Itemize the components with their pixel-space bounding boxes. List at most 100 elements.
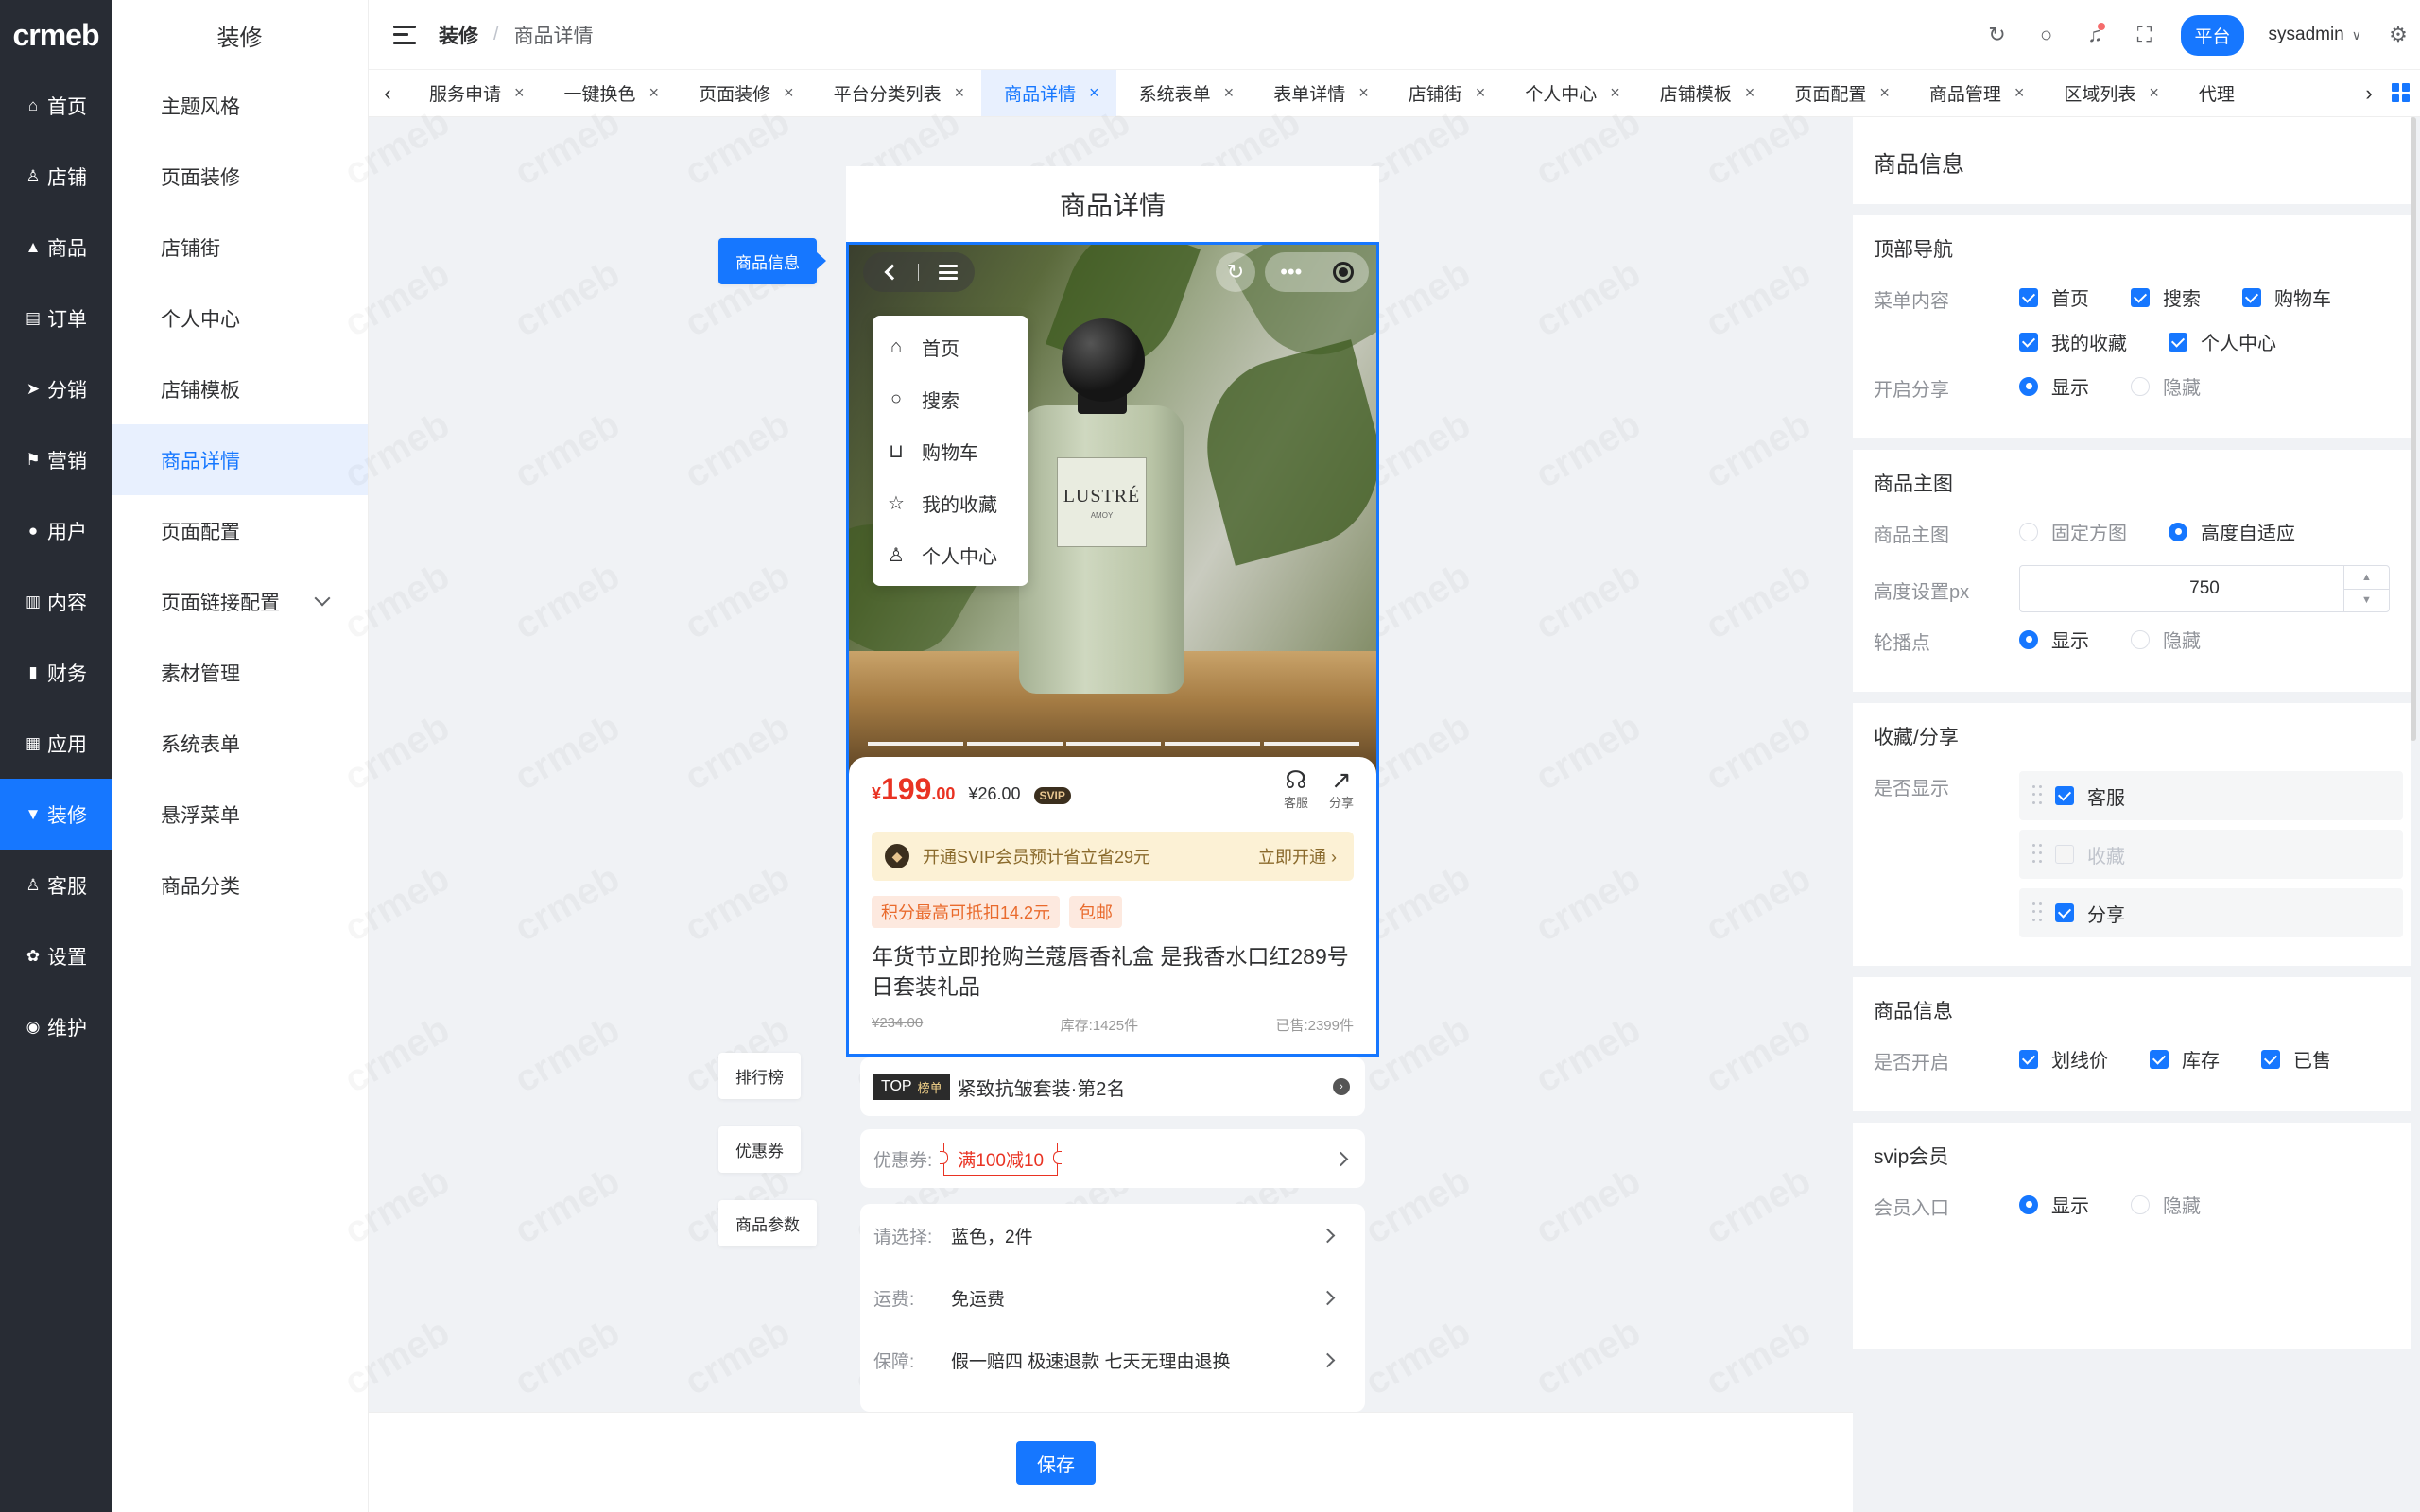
share-hide-radio[interactable]: 隐藏 (2131, 372, 2201, 400)
component-label-coupon[interactable]: 优惠券 (718, 1126, 801, 1173)
submenu-item-1[interactable]: 页面装修 (112, 141, 368, 212)
checkbox-checked[interactable] (2150, 1049, 2169, 1069)
tab-6[interactable]: 表单详情 × (1251, 70, 1386, 116)
dots-show-radio[interactable]: 显示 (2019, 626, 2089, 653)
submenu-item-11[interactable]: 商品分类 (112, 850, 368, 920)
coupon-ticket[interactable]: 满100减10 (940, 1142, 1062, 1176)
tab-0[interactable]: 服务申请 × (406, 70, 542, 116)
rail-item-0[interactable]: ⌂ 首页 (0, 70, 112, 141)
close-icon[interactable]: × (1224, 83, 1235, 103)
component-label-params[interactable]: 商品参数 (718, 1200, 817, 1246)
tabs-menu-icon[interactable] (2392, 83, 2411, 102)
back-icon[interactable] (884, 264, 900, 281)
share-refresh-icon[interactable]: ↻ (1216, 252, 1255, 292)
checkbox-checked[interactable] (2169, 332, 2187, 352)
sortable-item-1[interactable]: 收藏 (2019, 830, 2403, 879)
submenu-item-2[interactable]: 店铺街 (112, 212, 368, 283)
rail-item-9[interactable]: ▦ 应用 (0, 708, 112, 779)
close-icon[interactable]: × (1089, 83, 1099, 103)
share-show-radio[interactable]: 显示 (2019, 372, 2089, 400)
svip-hide-radio[interactable]: 隐藏 (2131, 1191, 2201, 1218)
tab-13[interactable]: 代理 (2176, 70, 2252, 116)
search-icon[interactable]: ○ (2033, 23, 2058, 47)
fixed-square-radio[interactable]: 固定方图 (2019, 518, 2127, 545)
tab-11[interactable]: 商品管理 × (1907, 70, 2042, 116)
rail-item-4[interactable]: ➤ 分销 (0, 353, 112, 424)
rail-item-11[interactable]: ♙ 客服 (0, 850, 112, 920)
checkbox-checked[interactable] (2242, 287, 2261, 307)
drag-handle-icon[interactable] (2032, 844, 2042, 865)
rail-item-7[interactable]: ▥ 内容 (0, 566, 112, 637)
close-icon[interactable]: × (955, 83, 965, 103)
submenu-item-8[interactable]: 素材管理 (112, 637, 368, 708)
submenu-item-7[interactable]: 页面链接配置 (112, 566, 368, 637)
menu-item-checkbox-3[interactable]: 我的收藏 (2019, 328, 2127, 355)
rail-item-8[interactable]: ▮ 财务 (0, 637, 112, 708)
menu-item-checkbox-1[interactable]: 搜索 (2131, 284, 2201, 311)
panel-scrollbar[interactable] (2411, 117, 2416, 741)
tab-12[interactable]: 区域列表 × (2041, 70, 2176, 116)
close-target-icon[interactable] (1332, 262, 1354, 283)
menu-icon[interactable] (938, 265, 958, 280)
checkbox-checked[interactable] (2019, 287, 2038, 307)
more-icon[interactable]: ••• (1280, 260, 1302, 284)
auto-height-radio[interactable]: 高度自适应 (2169, 518, 2295, 545)
param-row-0[interactable]: 请选择: 蓝色，2件 (873, 1204, 1352, 1266)
checkbox-checked[interactable] (2019, 1049, 2038, 1069)
product-info-checkbox-1[interactable]: 库存 (2150, 1045, 2220, 1073)
settings-icon[interactable]: ⚙ (2386, 23, 2411, 47)
product-info-checkbox-2[interactable]: 已售 (2261, 1045, 2331, 1073)
rail-item-10[interactable]: ▼ 装修 (0, 779, 112, 850)
submenu-item-9[interactable]: 系统表单 (112, 708, 368, 779)
sortable-item-0[interactable]: 客服 (2019, 771, 2403, 820)
close-icon[interactable]: × (514, 83, 525, 103)
height-input[interactable]: 750 ▲ ▼ (2019, 565, 2390, 612)
submenu-item-6[interactable]: 页面配置 (112, 495, 368, 566)
close-icon[interactable]: × (2014, 83, 2025, 103)
close-icon[interactable]: × (1879, 83, 1890, 103)
decrement-icon[interactable]: ▼ (2344, 590, 2389, 612)
chevron-right-icon[interactable] (1320, 1290, 1336, 1305)
close-icon[interactable]: × (784, 83, 794, 103)
platform-badge[interactable]: 平台 (2181, 14, 2244, 56)
fullscreen-icon[interactable]: ⛶ (2132, 23, 2156, 47)
user-menu[interactable]: sysadmin ∨ (2269, 25, 2362, 45)
share-button[interactable]: ↗ 分享 (1329, 766, 1354, 811)
chevron-right-icon[interactable] (1333, 1151, 1349, 1166)
tab-2[interactable]: 页面装修 × (676, 70, 811, 116)
chevron-right-icon[interactable] (1320, 1228, 1336, 1243)
checkbox-checked[interactable] (2055, 786, 2074, 805)
customer-service-button[interactable]: ☊ 客服 (1284, 766, 1308, 811)
dropdown-item-4[interactable]: ♙ 个人中心 (873, 529, 1028, 581)
svip-banner[interactable]: ◆ 开通SVIP会员预计省立省29元 立即开通 › (872, 832, 1354, 881)
component-label-rank[interactable]: 排行榜 (718, 1053, 801, 1099)
menu-item-checkbox-0[interactable]: 首页 (2019, 284, 2089, 311)
drag-handle-icon[interactable] (2032, 902, 2042, 923)
increment-icon[interactable]: ▲ (2344, 566, 2389, 590)
sortable-item-2[interactable]: 分享 (2019, 888, 2403, 937)
miniprogram-capsule[interactable]: ••• (1265, 252, 1369, 292)
rail-item-6[interactable]: ● 用户 (0, 495, 112, 566)
param-row-1[interactable]: 运费: 免运费 (873, 1266, 1352, 1329)
close-icon[interactable]: × (1745, 83, 1755, 103)
height-stepper[interactable]: ▲ ▼ (2343, 566, 2389, 611)
product-info-checkbox-0[interactable]: 划线价 (2019, 1045, 2108, 1073)
rail-item-12[interactable]: ✿ 设置 (0, 920, 112, 991)
bell-icon[interactable]: ♫ (2083, 23, 2107, 47)
svip-show-radio[interactable]: 显示 (2019, 1191, 2089, 1218)
checkbox-checked[interactable] (2019, 332, 2038, 352)
dropdown-item-2[interactable]: ⊔ 购物车 (873, 425, 1028, 477)
submenu-item-4[interactable]: 店铺模板 (112, 353, 368, 424)
checkbox-disabled[interactable] (2055, 845, 2074, 864)
coupon-component[interactable]: 优惠券: 满100减10 (860, 1129, 1365, 1188)
menu-item-checkbox-2[interactable]: 购物车 (2242, 284, 2331, 311)
dropdown-item-3[interactable]: ☆ 我的收藏 (873, 477, 1028, 529)
rail-item-1[interactable]: ♙ 店铺 (0, 141, 112, 212)
svip-open-link[interactable]: 立即开通 › (1258, 844, 1337, 868)
collapse-menu-icon[interactable] (393, 25, 416, 44)
refresh-icon[interactable]: ↻ (1984, 23, 2009, 47)
dropdown-item-0[interactable]: ⌂ 首页 (873, 321, 1028, 373)
nav-capsule[interactable] (863, 252, 975, 292)
chevron-right-icon[interactable] (1320, 1352, 1336, 1367)
close-icon[interactable]: × (649, 83, 660, 103)
